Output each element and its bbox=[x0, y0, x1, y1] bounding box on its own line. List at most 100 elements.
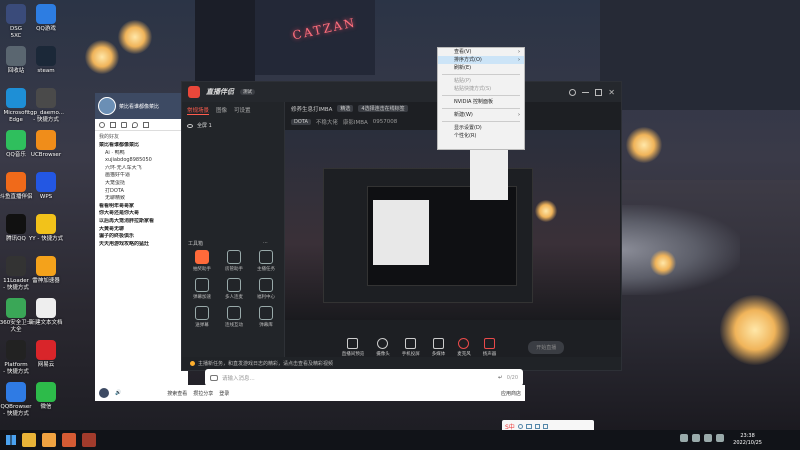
contacts-icon[interactable] bbox=[110, 121, 116, 128]
emoji-icon[interactable] bbox=[210, 374, 218, 381]
group-icon[interactable] bbox=[121, 121, 127, 128]
media-button[interactable]: 多媒体 bbox=[432, 337, 445, 357]
settings-icon[interactable] bbox=[569, 88, 577, 96]
friend-item[interactable]: 打DOTA bbox=[95, 188, 188, 196]
speaker-button[interactable]: 扬声器 bbox=[483, 337, 496, 357]
ime-tray-icon[interactable] bbox=[716, 434, 724, 442]
maximize-icon[interactable] bbox=[595, 88, 603, 96]
stream-title[interactable]: 修养生息打IMBA bbox=[291, 105, 332, 113]
desktop-icon[interactable]: WPS bbox=[28, 172, 64, 201]
preview-button[interactable]: 直播间预览 bbox=[342, 337, 364, 357]
tool-button[interactable]: 多人连麦 bbox=[218, 278, 250, 300]
context-menu-item[interactable]: 粘贴快捷方式(S) bbox=[438, 85, 524, 93]
tool-button[interactable]: 送弹幕 bbox=[186, 306, 218, 328]
tool-button[interactable]: 弹幕库 bbox=[250, 306, 282, 328]
context-menu-item[interactable]: 查看(V) › bbox=[438, 48, 524, 56]
search-label[interactable]: 搜索查看 bbox=[167, 390, 187, 397]
desktop-icon-label: 网易云 bbox=[37, 362, 55, 368]
camera-button[interactable]: 摄像头 bbox=[376, 337, 390, 357]
friend-group[interactable]: 看看明年哥哥家 bbox=[95, 203, 188, 211]
friend-item[interactable]: 无聊精致 bbox=[95, 195, 188, 203]
network-icon[interactable] bbox=[692, 434, 700, 442]
enter-icon[interactable]: ↵ bbox=[498, 375, 503, 381]
context-menu-item[interactable]: 新建(W) › bbox=[438, 111, 524, 119]
minimize-icon[interactable] bbox=[582, 91, 590, 93]
tool-button[interactable]: 抽奖助手 bbox=[186, 250, 218, 272]
login-link[interactable]: 登录 bbox=[219, 390, 229, 397]
ime-mic-icon[interactable] bbox=[517, 423, 523, 429]
context-menu-item[interactable]: 显示设置(D) bbox=[438, 124, 524, 132]
desktop-icon-label: WPS bbox=[39, 194, 53, 200]
stream-tag[interactable]: 4选择连击在线标签 bbox=[358, 105, 408, 112]
tool-icon bbox=[259, 250, 273, 264]
start-stream-button[interactable]: 开始直播 bbox=[528, 340, 565, 354]
close-icon[interactable]: ✕ bbox=[608, 88, 615, 97]
context-menu-item[interactable]: 个性化(R) bbox=[438, 132, 524, 140]
chat-input[interactable]: 请输入消息... bbox=[222, 374, 494, 382]
tools-more-icon[interactable]: ⋯ bbox=[263, 240, 268, 247]
friend-item[interactable]: 画猫好牛逼 bbox=[95, 172, 188, 180]
chat-icon[interactable] bbox=[99, 121, 105, 128]
tool-button[interactable]: 福利中心 bbox=[250, 278, 282, 300]
desktop-icon[interactable]: 雷神加速器 bbox=[28, 256, 64, 285]
friend-item[interactable]: 大笼蛋挞 bbox=[95, 180, 188, 188]
context-menu-item[interactable]: 排序方式(O) › bbox=[438, 56, 524, 64]
tool-button[interactable]: 主播任务 bbox=[250, 250, 282, 272]
notice-text[interactable]: 主播新任务，和直发游戏日志的精彩，请点击查看及精彩视频 bbox=[198, 360, 333, 367]
desktop-icon[interactable]: 微信 bbox=[28, 382, 64, 411]
ime-grid-icon[interactable] bbox=[542, 423, 548, 429]
friend-group[interactable]: 骗子的终极俱乐 bbox=[95, 233, 188, 241]
app-icon bbox=[36, 172, 56, 192]
tool-button[interactable]: 连线互动 bbox=[218, 306, 250, 328]
desktop-icon[interactable]: steam bbox=[28, 46, 64, 75]
desktop-icon[interactable]: QQ游戏 bbox=[28, 4, 64, 33]
eye-icon[interactable] bbox=[187, 123, 193, 128]
volume-icon[interactable]: 🔊 bbox=[115, 390, 121, 396]
friend-group[interactable]: 你大哥还是你大哥 bbox=[95, 210, 188, 218]
friend-group[interactable]: 天天用游戏攻略的猛灶 bbox=[95, 241, 188, 249]
tool-label: 连线互动 bbox=[225, 323, 243, 328]
desktop-icon[interactable]: tgp_daemo... - 快捷方式 bbox=[28, 88, 64, 124]
context-menu-item[interactable]: 粘贴(P) bbox=[438, 77, 524, 85]
friend-item[interactable]: 六环·无人车大飞 bbox=[95, 165, 188, 173]
tool-button[interactable]: 弹幕加速 bbox=[186, 278, 218, 300]
phone-cast-button[interactable]: 手机投屏 bbox=[402, 337, 420, 357]
stream-app-icon[interactable] bbox=[62, 433, 76, 447]
desktop-icon[interactable]: UCBrowser bbox=[28, 130, 64, 159]
ime-keyboard-icon[interactable] bbox=[525, 423, 532, 429]
meta-game[interactable]: DOTA bbox=[291, 118, 311, 125]
app-store-link[interactable]: 应用商店 bbox=[501, 390, 521, 397]
desktop-icon[interactable]: 新建文本文档 bbox=[28, 298, 64, 327]
volume-tray-icon[interactable] bbox=[704, 434, 712, 442]
stream-tag[interactable]: 精选 bbox=[337, 105, 354, 112]
tool-button[interactable]: 房管助手 bbox=[218, 250, 250, 272]
bookmark-icon[interactable] bbox=[143, 121, 149, 128]
screen-preview[interactable] bbox=[285, 130, 620, 320]
game-app-icon[interactable] bbox=[82, 433, 96, 447]
tab-scenes[interactable]: 常规场景 bbox=[187, 106, 210, 115]
location-icon[interactable] bbox=[132, 121, 138, 128]
windows-start-icon[interactable] bbox=[6, 435, 16, 445]
clock[interactable]: 23:38 2022/10/25 bbox=[733, 433, 762, 447]
app-cat-icon[interactable] bbox=[42, 433, 56, 447]
scene-item[interactable]: 全屏 1 bbox=[182, 119, 284, 132]
tray-arrow-icon[interactable] bbox=[680, 434, 688, 442]
context-menu-item[interactable]: 刷新(E) bbox=[438, 64, 524, 72]
desktop-icon[interactable]: 网易云 bbox=[28, 340, 64, 369]
desktop-icon[interactable]: YY - 快捷方式 bbox=[28, 214, 64, 243]
friend-group[interactable]: 以后再大笼消胖拉斯家看 bbox=[95, 218, 188, 226]
friend-group[interactable]: 大黄哥无聊 bbox=[95, 226, 188, 234]
tab-settings[interactable]: 可设置 bbox=[234, 106, 251, 115]
tab-image[interactable]: 图像 bbox=[216, 106, 227, 115]
file-explorer-icon[interactable] bbox=[22, 433, 36, 447]
context-menu-item[interactable]: NVIDIA 控制面板 bbox=[438, 98, 524, 106]
avatar[interactable] bbox=[98, 97, 116, 115]
share-link[interactable]: 攒拉分享 bbox=[193, 390, 213, 397]
meta-tag: 康影IMBA bbox=[342, 119, 368, 126]
avatar-small[interactable] bbox=[99, 388, 109, 398]
ime-skin-icon[interactable] bbox=[534, 423, 540, 429]
friend-group[interactable]: 菜比看谁都像菜比 bbox=[95, 142, 188, 150]
mic-button[interactable]: 麦克风 bbox=[457, 337, 471, 357]
friend-item[interactable]: Ai · 鸭鸭 bbox=[95, 150, 188, 158]
friend-item[interactable]: xujiabdog8985050 bbox=[95, 157, 188, 165]
